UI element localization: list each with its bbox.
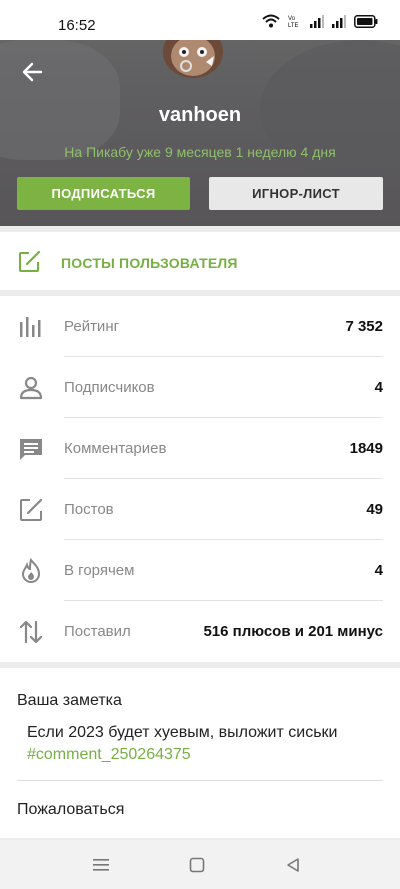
stat-row-hot[interactable]: В горячем 4 bbox=[0, 540, 400, 601]
stat-row-subscribers[interactable]: Подписчиков 4 bbox=[0, 357, 400, 418]
triangle-back-icon bbox=[287, 858, 299, 872]
stat-value: 516 плюсов и 201 минус bbox=[203, 623, 383, 640]
stat-name: Постов bbox=[64, 501, 114, 518]
stat-row-comments[interactable]: Комментариев 1849 bbox=[0, 418, 400, 479]
person-icon bbox=[19, 376, 43, 400]
ignore-list-button[interactable]: ИГНОР-ЛИСТ bbox=[209, 177, 383, 210]
report-button[interactable]: Пожаловаться bbox=[17, 801, 124, 819]
battery-icon bbox=[354, 14, 378, 28]
comment-icon bbox=[20, 439, 42, 460]
wifi-icon bbox=[262, 14, 280, 28]
stat-row-posts[interactable]: Постов 49 bbox=[0, 479, 400, 540]
volte-icon: Vo LTE bbox=[288, 16, 299, 28]
stat-value: 7 352 bbox=[345, 318, 383, 335]
user-posts-link[interactable]: ПОСТЫ ПОЛЬЗОВАТЕЛЯ bbox=[0, 232, 400, 290]
svg-text:Vo: Vo bbox=[288, 16, 296, 22]
stat-name: Поставил bbox=[64, 623, 131, 640]
status-bar: 16:52 Vo LTE bbox=[0, 0, 400, 40]
svg-text:LTE: LTE bbox=[288, 23, 299, 28]
sort-arrows-icon bbox=[19, 620, 43, 644]
edit-icon bbox=[19, 251, 41, 272]
stat-value: 4 bbox=[374, 379, 383, 396]
home-button[interactable] bbox=[186, 854, 208, 876]
user-posts-label: ПОСТЫ ПОЛЬЗОВАТЕЛЯ bbox=[61, 255, 238, 271]
menu-icon bbox=[93, 859, 109, 871]
stat-name: Рейтинг bbox=[64, 318, 120, 335]
status-icons: Vo LTE bbox=[262, 14, 378, 28]
tenure-text: На Пикабу уже 9 месяцев 1 неделю 4 дня bbox=[64, 144, 336, 160]
stat-row-votes: Поставил 516 плюсов и 201 минус bbox=[0, 601, 400, 662]
note-text[interactable]: Если 2023 будет хуевым, выложит сиськи bbox=[27, 722, 387, 744]
system-navigation-bar bbox=[0, 840, 400, 889]
stat-name: Подписчиков bbox=[64, 379, 155, 396]
arrow-left-icon bbox=[22, 62, 43, 82]
menu-button[interactable] bbox=[90, 854, 112, 876]
note-comment-link[interactable]: #comment_250264375 bbox=[27, 744, 191, 766]
signal-icon bbox=[332, 14, 346, 28]
note-title: Ваша заметка bbox=[17, 692, 122, 709]
back-button[interactable] bbox=[18, 58, 46, 86]
stat-name: Комментариев bbox=[64, 440, 167, 457]
stat-name: В горячем bbox=[64, 562, 135, 579]
stat-value: 49 bbox=[366, 501, 383, 518]
status-time: 16:52 bbox=[58, 17, 96, 34]
signal-icon bbox=[310, 14, 324, 28]
stats-list: Рейтинг 7 352 Подписчиков 4 Комментариев… bbox=[0, 296, 400, 662]
flame-icon bbox=[21, 558, 41, 583]
stat-value: 4 bbox=[374, 562, 383, 579]
user-note-section: Ваша заметка Если 2023 будет хуевым, выл… bbox=[0, 668, 400, 838]
bar-chart-icon bbox=[20, 317, 41, 337]
divider bbox=[17, 780, 383, 781]
subscribe-button[interactable]: ПОДПИСАТЬСЯ bbox=[17, 177, 190, 210]
stat-row-rating: Рейтинг 7 352 bbox=[0, 296, 400, 357]
edit-icon bbox=[20, 498, 43, 521]
username: vanhoen bbox=[158, 104, 242, 126]
square-icon bbox=[189, 857, 205, 873]
back-nav-button[interactable] bbox=[282, 854, 304, 876]
stat-value: 1849 bbox=[349, 440, 383, 457]
